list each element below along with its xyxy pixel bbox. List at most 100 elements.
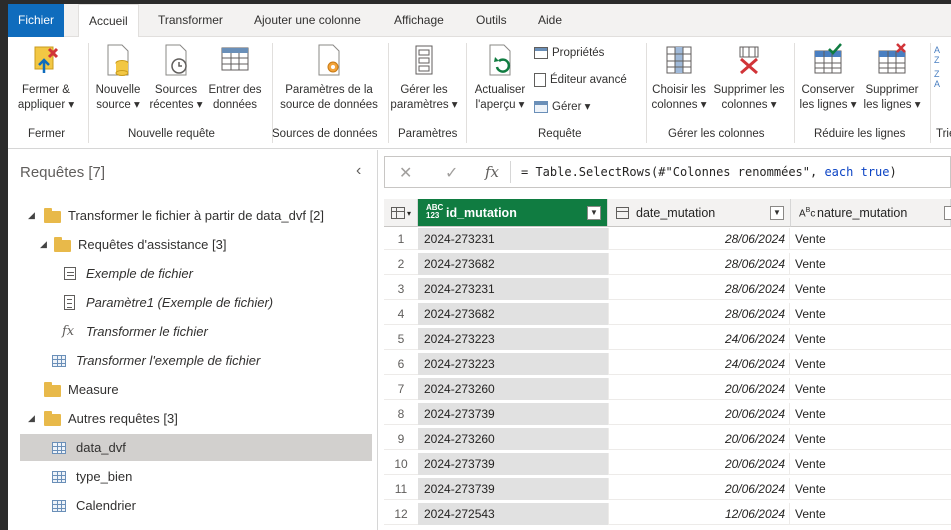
row-number[interactable]: 12 [384,503,418,525]
manage-button[interactable]: Gérer ▾ [534,99,590,113]
cell-nature-mutation[interactable]: Vente [791,353,951,375]
tab-ajouter-colonne[interactable]: Ajouter une colonne [244,4,371,37]
cell-nature-mutation[interactable]: Vente [791,378,951,400]
column-header-id-mutation[interactable]: ABC 123 id_mutation ▼ [418,199,608,227]
cell-nature-mutation[interactable]: Vente [791,253,951,275]
column-filter-dropdown[interactable]: ▼ [587,206,601,220]
query-item-calendrier[interactable]: Calendrier [8,492,378,519]
cell-date-mutation[interactable]: 24/06/2024 [608,328,790,350]
table-row[interactable]: 10 2024-273739 20/06/2024 Vente [384,453,951,475]
cell-nature-mutation[interactable]: Vente [791,503,951,525]
cell-date-mutation[interactable]: 28/06/2024 [608,228,790,250]
cancel-formula-icon[interactable]: ✕ [399,163,412,183]
cell-date-mutation[interactable]: 20/06/2024 [608,453,790,475]
recent-sources-button[interactable]: Sources récentes ▾ [148,43,204,113]
table-row[interactable]: 5 2024-273223 24/06/2024 Vente [384,328,951,350]
close-apply-button[interactable]: Fermer & appliquer ▾ [10,43,82,113]
cell-id-mutation[interactable]: 2024-273682 [418,303,608,325]
cell-date-mutation[interactable]: 20/06/2024 [608,478,790,500]
table-row[interactable]: 11 2024-273739 20/06/2024 Vente [384,478,951,500]
tab-accueil[interactable]: Accueil [78,4,139,38]
table-menu-button[interactable]: ▾ [384,199,418,227]
cell-date-mutation[interactable]: 20/06/2024 [608,403,790,425]
new-source-button[interactable]: Nouvelle source ▾ [90,43,146,113]
query-item-transformer-fichier[interactable]: fx Transformer le fichier [8,318,378,345]
advanced-editor-button[interactable]: Éditeur avancé [534,73,627,87]
row-number[interactable]: 4 [384,303,418,325]
formula-text[interactable]: = Table.SelectRows(#"Colonnes renommées"… [521,165,897,179]
cell-nature-mutation[interactable]: Vente [791,328,951,350]
row-number[interactable]: 9 [384,428,418,450]
query-item-data-dvf[interactable]: data_dvf [20,434,372,461]
remove-columns-button[interactable]: Supprimer les colonnes ▾ [710,43,788,113]
table-row[interactable]: 4 2024-273682 28/06/2024 Vente [384,303,951,325]
cell-nature-mutation[interactable]: Vente [791,278,951,300]
row-number[interactable]: 11 [384,478,418,500]
cell-date-mutation[interactable]: 28/06/2024 [608,303,790,325]
enter-data-button[interactable]: Entrer des données [204,43,266,113]
table-row[interactable]: 7 2024-273260 20/06/2024 Vente [384,378,951,400]
table-row[interactable]: 2 2024-273682 28/06/2024 Vente [384,253,951,275]
row-number[interactable]: 1 [384,228,418,250]
cell-nature-mutation[interactable]: Vente [791,478,951,500]
row-number[interactable]: 5 [384,328,418,350]
table-row[interactable]: 1 2024-273231 28/06/2024 Vente [384,228,951,250]
row-number[interactable]: 2 [384,253,418,275]
row-number[interactable]: 8 [384,403,418,425]
cell-date-mutation[interactable]: 24/06/2024 [608,353,790,375]
function-icon[interactable]: fx [485,163,499,181]
cell-id-mutation[interactable]: 2024-273231 [418,228,608,250]
sort-icon[interactable]: AZ [934,45,940,65]
cell-nature-mutation[interactable]: Vente [791,453,951,475]
cell-nature-mutation[interactable]: Vente [791,428,951,450]
cell-date-mutation[interactable]: 28/06/2024 [608,278,790,300]
tab-aide[interactable]: Aide [528,4,572,37]
column-filter-dropdown[interactable]: ▼ [770,206,784,220]
commit-formula-icon[interactable]: ✓ [445,163,458,183]
choose-columns-button[interactable]: Choisir les colonnes ▾ [648,43,710,113]
query-group-measure[interactable]: Measure [8,376,378,403]
collapse-pane-icon[interactable]: ‹ [356,162,361,180]
cell-nature-mutation[interactable]: Vente [791,403,951,425]
cell-id-mutation[interactable]: 2024-273682 [418,253,608,275]
cell-id-mutation[interactable]: 2024-273223 [418,328,608,350]
cell-id-mutation[interactable]: 2024-273739 [418,403,608,425]
manage-parameters-button[interactable]: Gérer les paramètres ▾ [390,43,458,113]
cell-date-mutation[interactable]: 20/06/2024 [608,428,790,450]
cell-date-mutation[interactable]: 20/06/2024 [608,378,790,400]
refresh-preview-button[interactable]: Actualiser l'aperçu ▾ [470,43,530,113]
cell-id-mutation[interactable]: 2024-273231 [418,278,608,300]
cell-id-mutation[interactable]: 2024-272543 [418,503,608,525]
query-group-transformer[interactable]: ◢ Transformer le fichier à partir de dat… [8,202,378,229]
data-source-settings-button[interactable]: Paramètres de la source de données [274,43,384,113]
properties-button[interactable]: Propriétés [534,47,604,59]
query-item-exemple-fichier[interactable]: Exemple de fichier [8,260,378,287]
cell-id-mutation[interactable]: 2024-273739 [418,478,608,500]
tab-outils[interactable]: Outils [466,4,517,37]
tab-fichier[interactable]: Fichier [8,4,65,37]
tab-transformer[interactable]: Transformer [148,4,233,37]
query-item-type-bien[interactable]: type_bien [8,463,378,490]
tab-affichage[interactable]: Affichage [384,4,454,37]
row-number[interactable]: 3 [384,278,418,300]
query-item-transformer-exemple[interactable]: Transformer l'exemple de fichier [8,347,378,374]
table-row[interactable]: 6 2024-273223 24/06/2024 Vente [384,353,951,375]
table-row[interactable]: 8 2024-273739 20/06/2024 Vente [384,403,951,425]
cell-id-mutation[interactable]: 2024-273739 [418,453,608,475]
keep-rows-button[interactable]: Conserver les lignes ▾ [796,43,860,113]
table-row[interactable]: 3 2024-273231 28/06/2024 Vente [384,278,951,300]
cell-date-mutation[interactable]: 12/06/2024 [608,503,790,525]
table-row[interactable]: 9 2024-273260 20/06/2024 Vente [384,428,951,450]
remove-rows-button[interactable]: Supprimer les lignes ▾ [860,43,924,113]
row-number[interactable]: 6 [384,353,418,375]
column-filter-dropdown[interactable] [944,206,951,220]
row-number[interactable]: 7 [384,378,418,400]
cell-date-mutation[interactable]: 28/06/2024 [608,253,790,275]
query-group-autres[interactable]: ◢ Autres requêtes [3] [8,405,378,432]
row-number[interactable]: 10 [384,453,418,475]
table-row[interactable]: 12 2024-272543 12/06/2024 Vente [384,503,951,525]
cell-id-mutation[interactable]: 2024-273260 [418,428,608,450]
cell-nature-mutation[interactable]: Vente [791,303,951,325]
query-group-assistance[interactable]: ◢ Requêtes d'assistance [3] [8,231,378,258]
cell-id-mutation[interactable]: 2024-273260 [418,378,608,400]
